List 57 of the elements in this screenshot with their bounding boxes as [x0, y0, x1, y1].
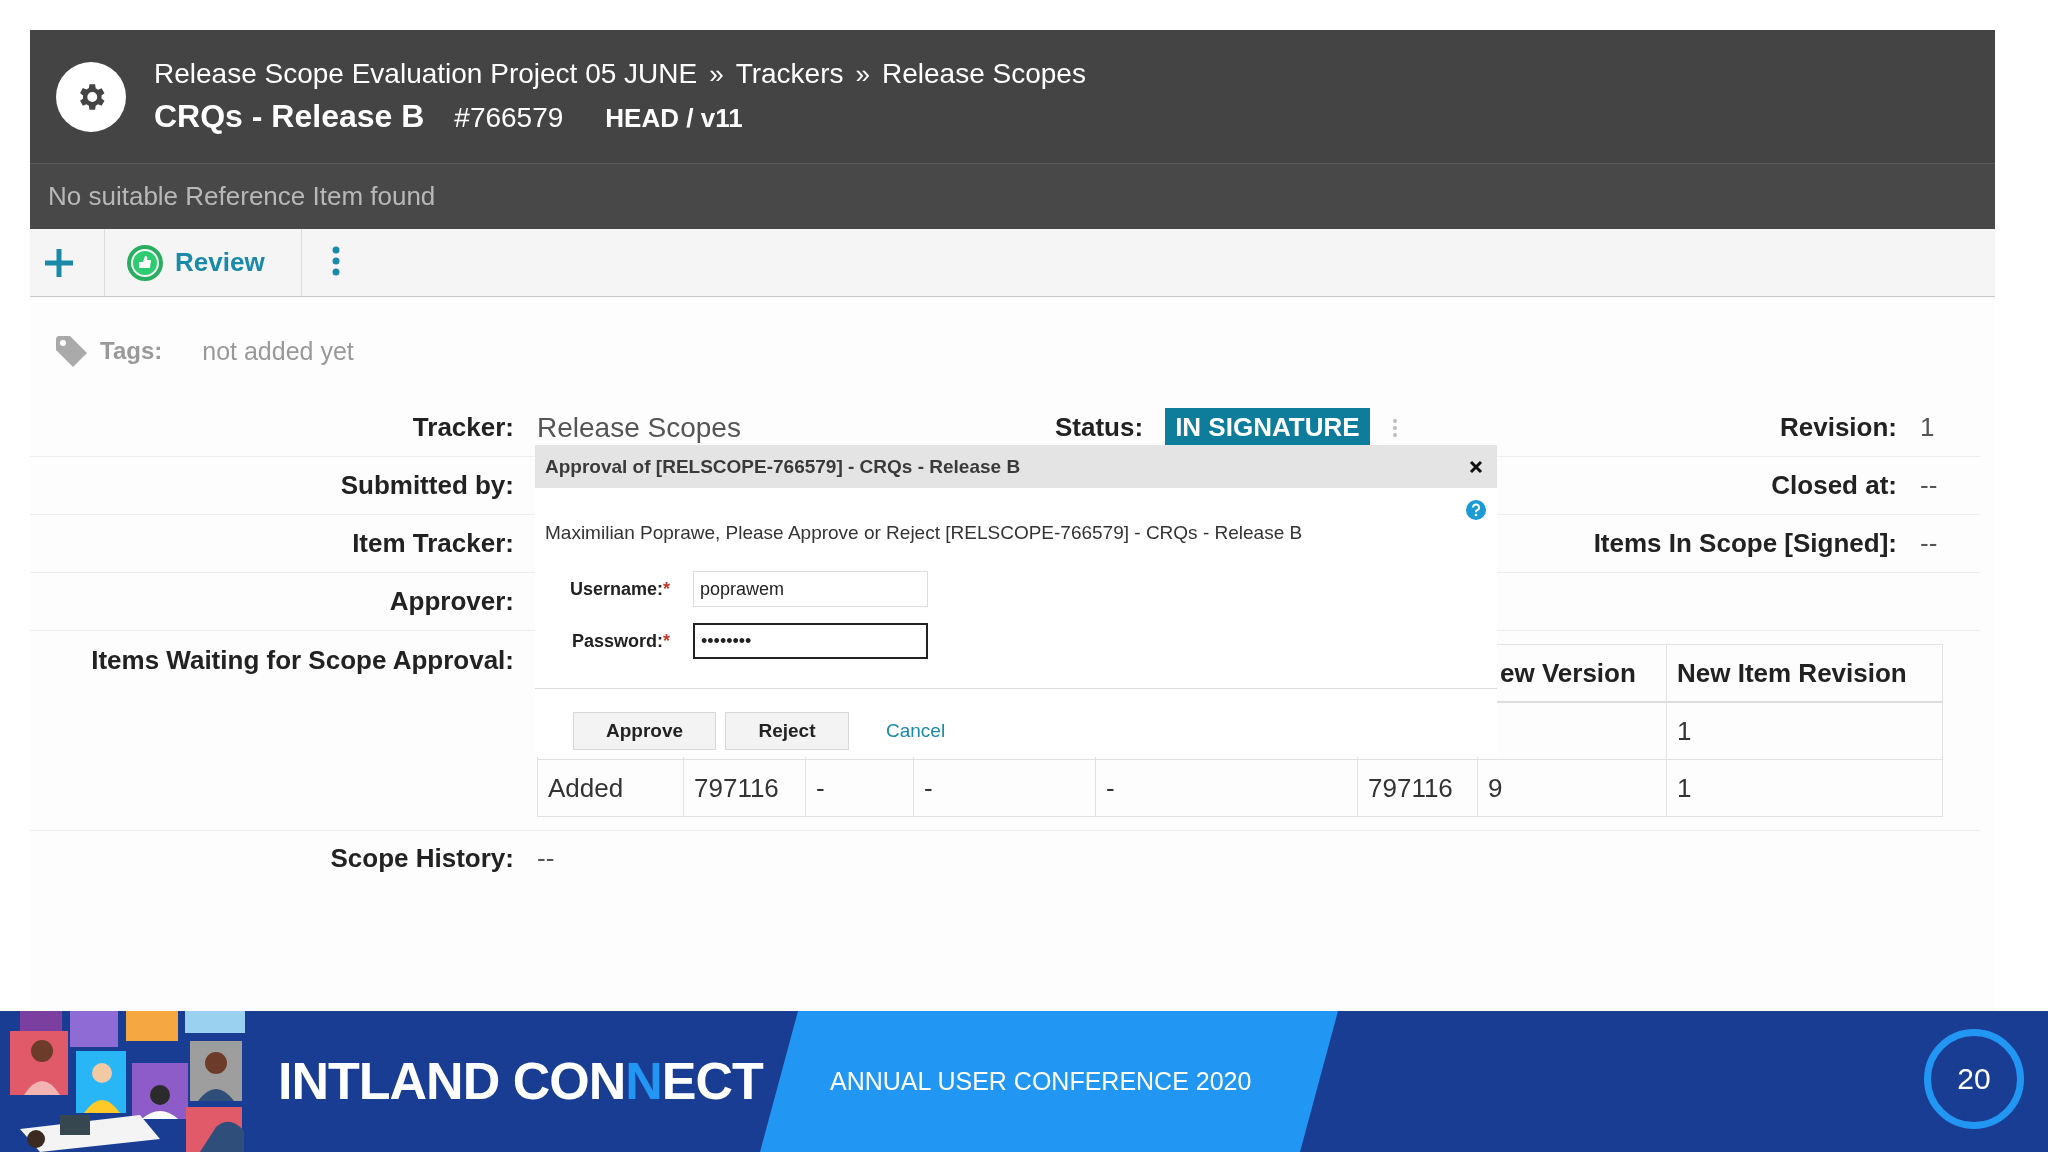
- conference-title: INTLAND CONNECT: [278, 1051, 763, 1111]
- table-cell: Added: [548, 772, 624, 803]
- field-label: Items Waiting for Scope Approval:: [90, 644, 514, 677]
- approve-button[interactable]: Approve: [573, 712, 716, 750]
- tags-value: not added yet: [202, 336, 354, 366]
- dialog-message: Maximilian Poprawe, Please Approve or Reject [RELSCOPE-766579] - CRQs - Release B: [544, 521, 1304, 545]
- breadcrumb-separator: »: [709, 58, 724, 90]
- more-icon[interactable]: [331, 245, 340, 276]
- column-header: New Item Revision: [1677, 657, 1907, 688]
- field-value: --: [1920, 528, 1938, 558]
- tag-icon: [54, 334, 88, 368]
- field-value: Release Scopes: [537, 411, 741, 443]
- input-field[interactable]: ••••••••: [693, 623, 928, 659]
- close-icon[interactable]: [1469, 459, 1483, 474]
- field-value: --: [1920, 470, 1938, 500]
- table-cell: -: [816, 772, 825, 803]
- help-icon[interactable]: [1465, 499, 1487, 521]
- field-label: Tracker:: [411, 412, 514, 443]
- tags-label: Tags:: [100, 337, 163, 365]
- more-icon[interactable]: [1391, 417, 1398, 438]
- field-value: 1: [1920, 412, 1935, 442]
- reference-notice: No suitable Reference Item found: [48, 181, 436, 212]
- table-cell: -: [924, 772, 933, 803]
- status-badge: IN SIGNATURE: [1165, 408, 1370, 447]
- table-cell: 1: [1677, 715, 1692, 746]
- field-label: Scope History:: [329, 842, 514, 874]
- breadcrumb-link[interactable]: Release Scope Evaluation Project 05 JUNE: [154, 58, 698, 90]
- field-label: Revision:: [1779, 412, 1897, 442]
- breadcrumb-link[interactable]: Trackers: [735, 58, 844, 90]
- field-label: Submitted by:: [339, 470, 514, 501]
- item-id: #766579: [454, 102, 564, 134]
- version-label: HEAD / v11: [605, 103, 743, 134]
- table-cell: -: [1106, 772, 1115, 803]
- table-cell: 9: [1488, 772, 1503, 803]
- status-label: Status:: [1055, 412, 1144, 443]
- breadcrumb-separator: »: [855, 58, 870, 90]
- thumbs-up-icon: [127, 244, 163, 281]
- input-field[interactable]: poprawem: [693, 571, 928, 607]
- reject-button[interactable]: Reject: [725, 712, 849, 750]
- field-label: Approver:: [388, 586, 514, 617]
- field-label: Closed at:: [1771, 470, 1897, 500]
- page-number: 20: [1924, 1029, 2024, 1129]
- field-label: Username:*: [568, 578, 670, 600]
- event-name: ANNUAL USER CONFERENCE 2020: [830, 1067, 1252, 1096]
- item-title: CRQs - Release B: [154, 98, 425, 135]
- field-label: Item Tracker:: [351, 528, 514, 559]
- dialog-title: Approval of [RELSCOPE-766579] - CRQs - Release B: [545, 455, 1021, 478]
- field-label: Items In Scope [Signed]:: [1593, 528, 1897, 558]
- field-label: Password:*: [570, 630, 670, 652]
- table-cell: 797116: [1368, 772, 1453, 803]
- field-value: --: [537, 842, 555, 874]
- table-cell: 1: [1677, 772, 1692, 803]
- cancel-link[interactable]: Cancel: [886, 720, 946, 742]
- table-cell: 797116: [694, 772, 779, 803]
- breadcrumb-link[interactable]: Release Scopes: [882, 58, 1086, 90]
- review-button[interactable]: Review: [105, 229, 302, 296]
- column-header: ew Version: [1500, 657, 1636, 688]
